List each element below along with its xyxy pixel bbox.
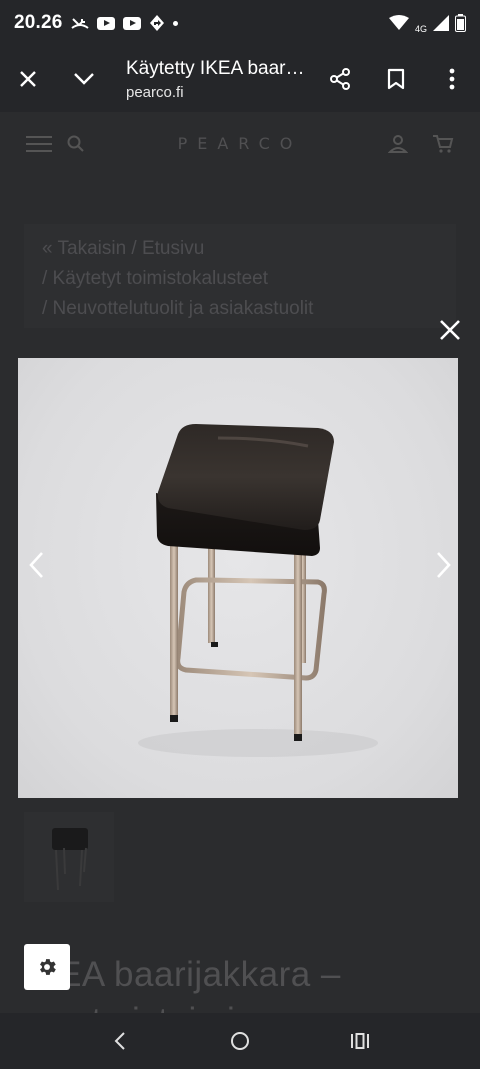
youtube-icon: [122, 16, 141, 30]
home-icon: [231, 1032, 249, 1050]
bookmark-button[interactable]: [368, 51, 424, 107]
system-navigation-bar: [0, 1013, 480, 1069]
chevron-right-icon: [437, 552, 451, 578]
breadcrumb-line-subcategory[interactable]: / Neuvottelutuolit ja asiakastuolit: [42, 298, 313, 320]
recents-icon: [351, 1033, 369, 1049]
tab-url: pearco.fi: [126, 83, 184, 101]
bar-stool-photo: [138, 424, 378, 757]
cookie-settings-button[interactable]: [24, 944, 70, 990]
network-type: 4G: [414, 24, 427, 34]
more-vertical-icon: [449, 68, 455, 90]
wifi-icon: [388, 15, 409, 30]
lightbox-close-button[interactable]: [430, 310, 470, 350]
missed-call-icon: [70, 18, 89, 29]
previous-image-button[interactable]: [16, 545, 56, 585]
system-status-icons: 4G: [388, 12, 466, 34]
system-home-button[interactable]: [220, 1021, 260, 1061]
gear-icon: [40, 959, 56, 975]
breadcrumb-line-back[interactable]: « Takaisin / Etusivu: [42, 238, 204, 260]
back-icon: [114, 1032, 125, 1050]
signal-icon: [433, 15, 449, 31]
site-header: PEARCO: [0, 112, 480, 174]
tab-title: Käytetty IKEA baarijakkara: [126, 57, 306, 79]
bookmark-icon: [387, 68, 405, 90]
share-icon: [330, 68, 350, 90]
more-notifications-dot: [172, 20, 178, 26]
youtube-icon: [96, 16, 115, 30]
account-icon[interactable]: [388, 134, 408, 154]
close-tab-button[interactable]: [0, 51, 56, 107]
system-recents-button[interactable]: [340, 1021, 380, 1061]
minimize-tab-button[interactable]: [56, 51, 112, 107]
stool-thumbnail-image: [52, 828, 88, 891]
search-icon[interactable]: [66, 134, 86, 154]
tab-title-area[interactable]: Käytetty IKEA baarijakkara pearco.fi: [112, 58, 312, 101]
chevron-down-icon: [74, 73, 94, 85]
browser-toolbar: Käytetty IKEA baarijakkara pearco.fi: [0, 46, 480, 112]
share-button[interactable]: [312, 51, 368, 107]
product-title-line-1: IKEA baarijakkara –: [24, 955, 341, 994]
notification-icons: [70, 14, 178, 32]
close-icon: [440, 320, 460, 340]
navigation-icon: [149, 15, 164, 31]
next-image-button[interactable]: [424, 545, 464, 585]
close-icon: [20, 71, 36, 87]
more-options-button[interactable]: [424, 51, 480, 107]
status-bar: 20.26 4G: [0, 0, 480, 46]
cart-icon[interactable]: [432, 134, 454, 154]
status-time: 20.26: [14, 12, 63, 33]
product-thumbnail[interactable]: [24, 812, 114, 902]
system-back-button[interactable]: [100, 1021, 140, 1061]
lightbox-product-image[interactable]: [18, 358, 458, 798]
breadcrumb-line-category[interactable]: / Käytetyt toimistokalusteet: [42, 268, 268, 290]
hamburger-icon[interactable]: [26, 136, 52, 152]
battery-icon: [455, 14, 466, 32]
site-logo[interactable]: PEARCO: [160, 134, 320, 153]
chevron-left-icon: [29, 552, 43, 578]
